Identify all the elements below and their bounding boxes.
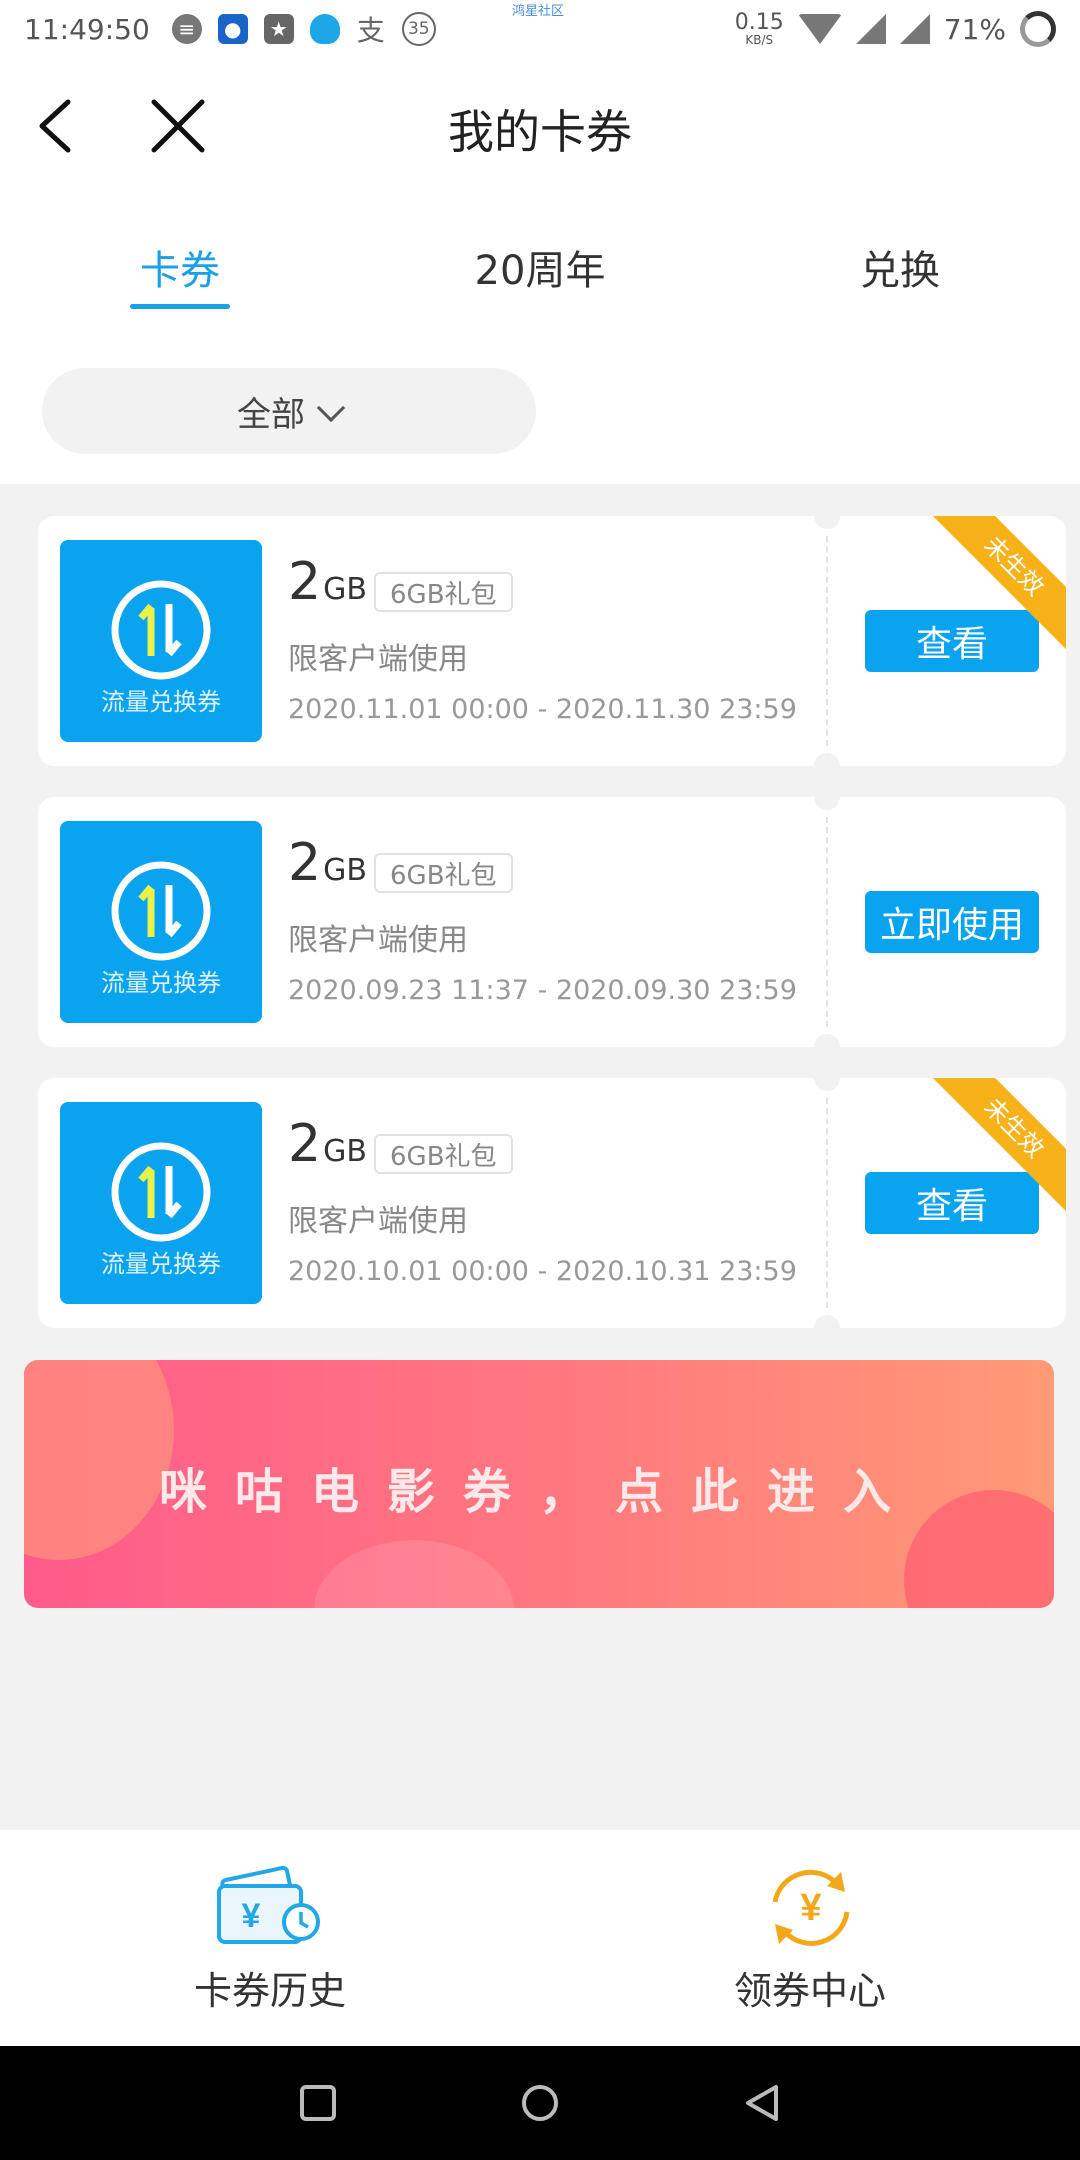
- nav-label-coupon-history: 卡券历史: [193, 1969, 346, 2013]
- package-badge: 6GB礼包: [374, 1134, 513, 1174]
- coupon-type-label: 流量兑换券: [101, 969, 221, 997]
- updown-arrows-icon: [111, 580, 211, 680]
- coupon-amount: 2GB: [288, 552, 367, 612]
- status-time: 11:49:50: [24, 12, 150, 46]
- view-button[interactable]: 查看: [865, 1172, 1039, 1234]
- coupon-validity: 2020.09.23 11:37 - 2020.09.30 23:59: [288, 975, 797, 1006]
- active-tab-indicator: [130, 304, 230, 309]
- data-exchange-coupon-icon: 流量兑换券: [60, 1102, 262, 1304]
- signal-2-icon: [899, 14, 930, 44]
- coupon-type-label: 流量兑换券: [101, 688, 221, 716]
- coupon-card[interactable]: 流量兑换券 2GB 6GB礼包 限客户端使用 2020.09.23 11:37 …: [38, 797, 1066, 1047]
- package-badge: 6GB礼包: [374, 853, 513, 893]
- package-badge: 6GB礼包: [374, 572, 513, 612]
- coupon-validity: 2020.10.01 00:00 - 2020.10.31 23:59: [288, 1256, 797, 1287]
- home-icon[interactable]: [520, 2083, 560, 2123]
- tab-20th-anniversary[interactable]: 20周年: [440, 238, 640, 296]
- filter-dropdown[interactable]: 全部: [42, 368, 536, 454]
- star-app-icon: ★: [263, 14, 294, 44]
- nav-label-coupon-center: 领券中心: [733, 1969, 886, 2013]
- coupon-card[interactable]: 流量兑换券 2GB 6GB礼包 限客户端使用 2020.10.01 00:00 …: [38, 1078, 1066, 1328]
- net-speed: 0.15 KB/S: [734, 10, 784, 47]
- coupon-center-button[interactable]: ¥ 领券中心: [660, 1862, 960, 2015]
- updown-arrows-icon: [111, 1142, 211, 1242]
- bottom-nav: ¥ 卡券历史 ¥ 领券中心: [0, 1830, 1080, 2046]
- data-exchange-coupon-icon: 流量兑换券: [60, 821, 262, 1023]
- signal-icon: [855, 14, 886, 44]
- banner-text: 咪咕电影券，点此进入: [158, 1464, 919, 1520]
- page-title: 我的卡券: [448, 105, 632, 159]
- system-navigation-bar: [0, 2046, 1080, 2160]
- coupon-type-label: 流量兑换券: [101, 1250, 221, 1278]
- coupon-amount: 2GB: [288, 833, 367, 893]
- migu-movie-coupon-banner[interactable]: 咪咕电影券，点此进入: [24, 1360, 1054, 1608]
- alipay-icon: 支: [356, 14, 385, 47]
- coupon-validity: 2020.11.01 00:00 - 2020.11.30 23:59: [288, 694, 797, 725]
- coupon-card[interactable]: 流量兑换券 2GB 6GB礼包 限客户端使用 2020.11.01 00:00 …: [38, 516, 1066, 766]
- wallet-clock-icon: ¥: [217, 1865, 320, 1944]
- coupon-history-button[interactable]: ¥ 卡券历史: [120, 1862, 420, 2015]
- robot-app-icon: ●: [217, 14, 248, 44]
- svg-text:¥: ¥: [242, 1897, 261, 1935]
- card-divider: [826, 536, 828, 746]
- filter-row: 全部: [0, 334, 1080, 484]
- yuan-exchange-icon: ¥: [772, 1869, 850, 1946]
- coupon-amount: 2GB: [288, 1114, 367, 1174]
- battery-icon: [1020, 11, 1056, 47]
- wifi-icon: [797, 14, 842, 44]
- coupon-restriction: 限客户端使用: [288, 923, 468, 958]
- card-divider: [826, 1098, 828, 1308]
- message-notification-icon: ≡: [171, 14, 202, 44]
- use-now-button[interactable]: 立即使用: [865, 891, 1039, 953]
- battery-percent: 71%: [943, 12, 1006, 46]
- notification-count-badge: 35: [401, 12, 436, 46]
- recent-apps-icon[interactable]: [298, 2083, 338, 2123]
- back-triangle-icon[interactable]: [742, 2083, 782, 2123]
- svg-text:¥: ¥: [800, 1887, 821, 1929]
- card-divider: [826, 817, 828, 1027]
- updown-arrows-icon: [111, 861, 211, 961]
- view-button[interactable]: 查看: [865, 610, 1039, 672]
- status-center-text: 鸿星社区: [512, 4, 565, 19]
- chevron-down-icon: [316, 393, 346, 423]
- data-exchange-coupon-icon: 流量兑换券: [60, 540, 262, 742]
- tab-redeem[interactable]: 兑换: [820, 238, 980, 296]
- coupon-restriction: 限客户端使用: [288, 642, 468, 677]
- header: 我的卡券: [0, 58, 1080, 194]
- qq-penguin-icon: [309, 14, 340, 44]
- status-bar: 11:49:50 ≡ ● ★ 支 35 鸿星社区 0.15 KB/S 71%: [0, 0, 1080, 58]
- coupon-restriction: 限客户端使用: [288, 1204, 468, 1239]
- tab-coupons[interactable]: 卡券: [100, 238, 260, 296]
- tab-bar: 卡券 20周年 兑换: [0, 194, 1080, 334]
- filter-selected-value: 全部: [237, 394, 305, 435]
